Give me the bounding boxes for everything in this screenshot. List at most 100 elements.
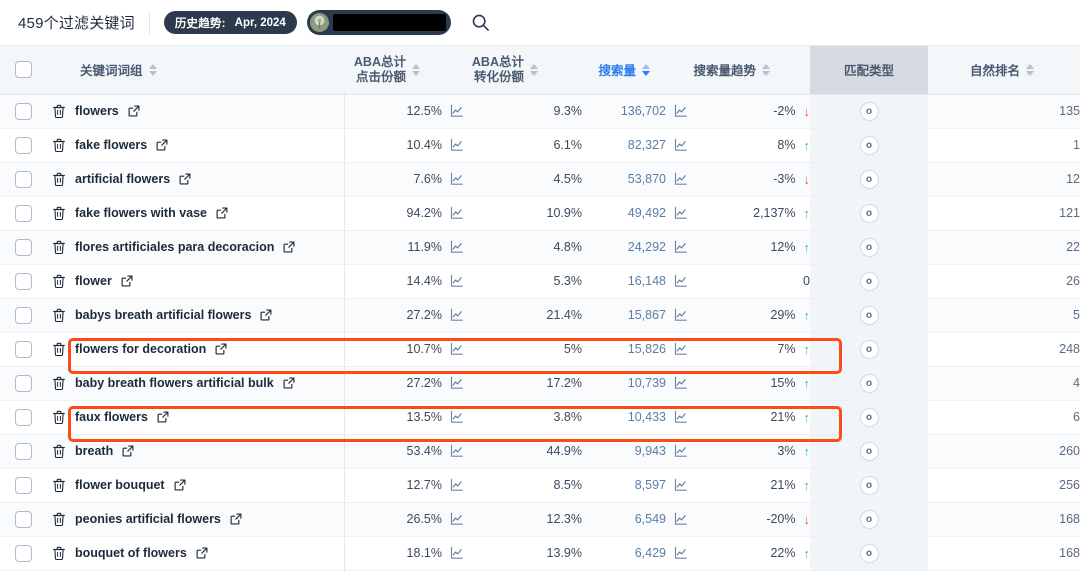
sparkline-icon[interactable] [450,512,464,526]
table-row[interactable]: babys breath artificial flowers 27.2% 21.4… [0,298,1080,333]
search-volume-value[interactable]: 24,292 [628,240,666,254]
sparkline-icon[interactable] [450,342,464,356]
delete-keyword-icon[interactable] [52,274,66,289]
external-link-icon[interactable] [157,411,169,423]
search-volume-value[interactable]: 10,739 [628,376,666,390]
sparkline-icon[interactable] [450,546,464,560]
sparkline-icon[interactable] [450,308,464,322]
table-row[interactable]: fake flowers 10.4% 6.1% 82,327 8% ↑ o 1 [0,128,1080,163]
external-link-icon[interactable] [215,343,227,355]
external-link-icon[interactable] [283,241,295,253]
delete-keyword-icon[interactable] [52,206,66,221]
history-trend-pill[interactable]: 历史趋势: Apr, 2024 [163,11,297,34]
external-link-icon[interactable] [121,275,133,287]
table-row[interactable]: flowers 12.5% 9.3% 136,702 -2% ↓ o 135 [0,94,1080,129]
sparkline-icon[interactable] [674,308,688,322]
sparkline-icon[interactable] [674,342,688,356]
row-checkbox[interactable] [14,408,32,426]
delete-keyword-icon[interactable] [52,376,66,391]
row-checkbox[interactable] [14,476,32,494]
search-volume-value[interactable]: 10,433 [628,410,666,424]
header-search-volume[interactable]: 搜索量 [582,46,688,95]
sparkline-icon[interactable] [674,444,688,458]
row-checkbox[interactable] [14,510,32,528]
select-all-checkbox[interactable] [14,61,32,79]
sort-click-share-icon[interactable] [412,63,420,76]
sparkline-icon[interactable] [450,274,464,288]
delete-keyword-icon[interactable] [52,512,66,527]
sparkline-icon[interactable] [674,376,688,390]
search-volume-value[interactable]: 82,327 [628,138,666,152]
row-checkbox[interactable] [14,544,32,562]
delete-keyword-icon[interactable] [52,478,66,493]
table-row[interactable]: faux flowers 13.5% 3.8% 10,433 21% ↑ o 6 [0,400,1080,435]
table-row[interactable]: flowers for decoration 10.7% 5% 15,826 7% ↑ o 2… [0,332,1080,367]
sparkline-icon[interactable] [674,138,688,152]
table-row[interactable]: breath 53.4% 44.9% 9,943 3% ↑ o 260 [0,434,1080,469]
external-link-icon[interactable] [128,105,140,117]
search-volume-value[interactable]: 9,943 [635,444,666,458]
sort-organic-rank-icon[interactable] [1026,63,1034,76]
sparkline-icon[interactable] [450,138,464,152]
search-volume-value[interactable]: 49,492 [628,206,666,220]
sort-volume-trend-icon[interactable] [762,63,770,76]
sparkline-icon[interactable] [450,376,464,390]
external-link-icon[interactable] [179,173,191,185]
sort-conv-share-icon[interactable] [530,63,538,76]
sparkline-icon[interactable] [450,104,464,118]
search-volume-value[interactable]: 16,148 [628,274,666,288]
delete-keyword-icon[interactable] [52,240,66,255]
table-row[interactable]: bouquet of flowers 18.1% 13.9% 6,429 22% ↑ o 16… [0,536,1080,571]
sparkline-icon[interactable] [674,410,688,424]
external-link-icon[interactable] [216,207,228,219]
external-link-icon[interactable] [283,377,295,389]
row-checkbox[interactable] [14,340,32,358]
table-row[interactable]: flower bouquet 12.7% 8.5% 8,597 21% ↑ o 256 [0,468,1080,503]
search-icon[interactable] [469,11,493,35]
delete-keyword-icon[interactable] [52,138,66,153]
sparkline-icon[interactable] [674,546,688,560]
sparkline-icon[interactable] [450,240,464,254]
delete-keyword-icon[interactable] [52,308,66,323]
header-organic-rank[interactable]: 自然排名 [928,46,1080,95]
search-volume-value[interactable]: 136,702 [621,104,666,118]
table-row[interactable]: artificial flowers 7.6% 4.5% 53,870 -3% ↓ o 12 [0,162,1080,197]
search-volume-value[interactable]: 15,867 [628,308,666,322]
header-search-volume-trend[interactable]: 搜索量趋势 [688,46,810,95]
account-selector-pill[interactable] [306,10,451,35]
sparkline-icon[interactable] [674,240,688,254]
sparkline-icon[interactable] [674,172,688,186]
external-link-icon[interactable] [196,547,208,559]
delete-keyword-icon[interactable] [52,342,66,357]
sparkline-icon[interactable] [450,444,464,458]
table-row[interactable]: peonies artificial flowers 26.5% 12.3% 6,54… [0,502,1080,537]
header-aba-click-share[interactable]: ABA总计 点击份额 [344,46,464,95]
search-volume-value[interactable]: 8,597 [635,478,666,492]
sparkline-icon[interactable] [674,478,688,492]
sparkline-icon[interactable] [674,206,688,220]
external-link-icon[interactable] [230,513,242,525]
delete-keyword-icon[interactable] [52,410,66,425]
sort-search-volume-icon[interactable] [642,63,650,76]
table-row[interactable]: baby breath flowers artificial bulk 27.2%… [0,366,1080,401]
sparkline-icon[interactable] [450,478,464,492]
row-checkbox[interactable] [14,306,32,324]
sparkline-icon[interactable] [674,104,688,118]
row-checkbox[interactable] [14,272,32,290]
search-volume-value[interactable]: 6,549 [635,512,666,526]
external-link-icon[interactable] [260,309,272,321]
header-aba-conversion-share[interactable]: ABA总计 转化份额 [464,46,582,95]
sparkline-icon[interactable] [450,172,464,186]
row-checkbox[interactable] [14,136,32,154]
delete-keyword-icon[interactable] [52,104,66,119]
table-row[interactable]: flores artificiales para decoracion 11.9%… [0,230,1080,265]
row-checkbox[interactable] [14,102,32,120]
external-link-icon[interactable] [174,479,186,491]
table-row[interactable]: fake flowers with vase 94.2% 10.9% 49,492 2,… [0,196,1080,231]
search-volume-value[interactable]: 53,870 [628,172,666,186]
delete-keyword-icon[interactable] [52,546,66,561]
search-volume-value[interactable]: 15,826 [628,342,666,356]
header-keyword[interactable]: 关键词词组 [46,46,344,95]
sort-keyword-icon[interactable] [148,63,157,76]
sparkline-icon[interactable] [450,206,464,220]
